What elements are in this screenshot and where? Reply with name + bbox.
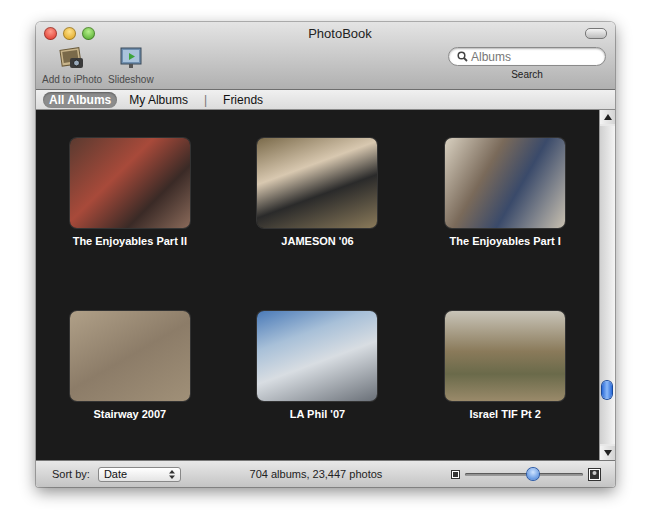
scroll-down-button[interactable]: [600, 446, 615, 460]
album-cover: [445, 311, 565, 401]
scrollbar[interactable]: [599, 110, 615, 460]
tab[interactable]: All Albums: [43, 92, 117, 108]
album-item[interactable]: The Enjoyables Part I: [411, 138, 599, 247]
down-arrow-icon: [604, 450, 612, 456]
album-cover: [70, 138, 190, 228]
magnifier-icon: [457, 51, 468, 62]
slideshow-icon: [118, 45, 144, 71]
large-photo-icon: [588, 468, 601, 481]
scroll-up-button[interactable]: [600, 110, 615, 124]
tab[interactable]: My Albums: [123, 92, 194, 108]
small-photo-icon: [451, 470, 460, 479]
album-item[interactable]: LA Phil '07: [224, 311, 412, 420]
tab-bar: All Albums My Albums | Friends: [36, 90, 615, 110]
zoom-slider-thumb[interactable]: [527, 468, 539, 480]
tab[interactable]: Friends: [217, 92, 269, 108]
toolbar-button[interactable]: Add to iPhoto: [42, 44, 102, 85]
title-toolbar: PhotoBook Add to iPhotoSlideshow Albums Sea…: [36, 22, 615, 90]
album-browser: The Enjoyables Part IIJAMESON '06The Enj…: [36, 110, 615, 460]
album-count: 704 albums, 23,447 photos: [181, 468, 451, 480]
album-cover: [257, 138, 377, 228]
album-item[interactable]: The Enjoyables Part II: [36, 138, 224, 247]
title-bar[interactable]: PhotoBook: [36, 22, 615, 44]
up-arrow-icon: [604, 114, 612, 120]
scroll-track[interactable]: [600, 126, 615, 444]
tab-separator: |: [200, 93, 211, 107]
zoom-button[interactable]: [82, 27, 95, 40]
iphoto-icon: [59, 45, 85, 71]
album-item[interactable]: Israel TIF Pt 2: [411, 311, 599, 420]
updown-arrows-icon: [169, 470, 175, 479]
minimize-button[interactable]: [63, 27, 76, 40]
window-title: PhotoBook: [95, 26, 585, 41]
toolbar-toggle-button[interactable]: [585, 28, 607, 39]
search-field[interactable]: Albums: [448, 47, 606, 66]
photobook-window: PhotoBook Add to iPhotoSlideshow Albums Sea…: [36, 22, 615, 487]
status-bar: Sort by: Date704 albums, 23,447 photos: [36, 460, 615, 487]
sort-select[interactable]: Date: [98, 467, 181, 482]
album-item[interactable]: JAMESON '06: [224, 138, 412, 247]
toolbar: Add to iPhotoSlideshow Albums Search: [36, 44, 615, 89]
search-label: Search: [511, 69, 543, 80]
album-cover: [70, 311, 190, 401]
sort-label: Sort by:: [52, 468, 90, 480]
album-cover: [257, 311, 377, 401]
album-item[interactable]: Stairway 2007: [36, 311, 224, 420]
zoom-slider[interactable]: [465, 473, 583, 476]
close-button[interactable]: [44, 27, 57, 40]
toolbar-button[interactable]: Slideshow: [108, 44, 154, 85]
album-grid: The Enjoyables Part IIJAMESON '06The Enj…: [36, 110, 599, 460]
album-cover: [445, 138, 565, 228]
scroll-thumb[interactable]: [602, 381, 612, 399]
